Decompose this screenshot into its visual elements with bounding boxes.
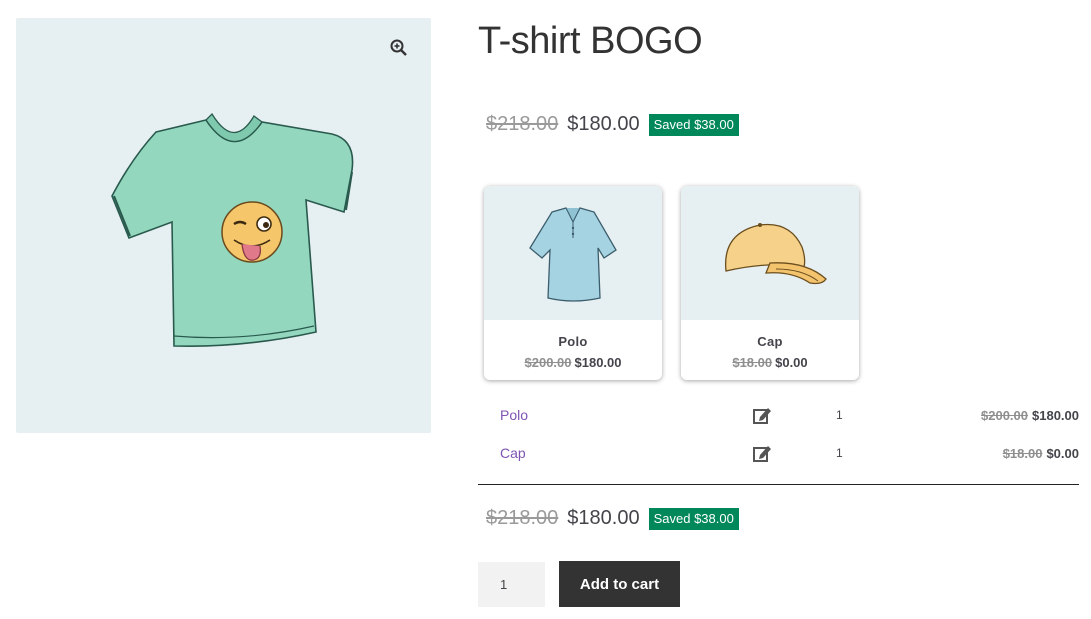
cap-image: [724, 223, 827, 285]
item-sale-price: $180.00: [1032, 408, 1079, 423]
card-sale-price: $0.00: [775, 355, 808, 370]
card-regular-price: $18.00: [732, 355, 773, 370]
item-price: $200.00 $180.00: [981, 408, 1079, 423]
item-link-polo[interactable]: Polo: [500, 407, 528, 423]
add-to-cart-button[interactable]: Add to cart: [559, 561, 680, 607]
tshirt-image: [111, 112, 354, 348]
product-gallery: [16, 18, 431, 433]
card-image-area: [484, 186, 662, 320]
divider: [478, 484, 1079, 485]
item-qty: 1: [836, 408, 843, 422]
item-sale-price: $0.00: [1046, 446, 1079, 461]
zoom-in-icon: [390, 39, 407, 56]
bundle-items-list: Polo 1 $200.00 $180.00 Cap 1 $18.00 $0.00: [478, 398, 1079, 474]
item-regular-price: $18.00: [1002, 446, 1043, 461]
saved-badge: Saved $38.00: [648, 507, 739, 530]
quantity-input[interactable]: [478, 562, 545, 607]
price-summary-top: $218.00 $180.00 Saved $38.00: [486, 113, 739, 136]
card-name: Polo: [558, 334, 588, 349]
polo-image: [529, 207, 617, 302]
bundle-item-row: Cap 1 $18.00 $0.00: [478, 436, 1079, 474]
item-price: $18.00 $0.00: [1003, 446, 1079, 461]
regular-price: $218.00: [486, 113, 559, 135]
product-title: T-shirt BOGO: [478, 20, 703, 62]
card-sale-price: $180.00: [574, 355, 622, 370]
bundle-cards: Polo $200.00 $180.00 Cap $18.00 $0.00: [484, 186, 859, 380]
card-image-area: [681, 186, 859, 320]
card-name: Cap: [757, 334, 783, 349]
edit-icon[interactable]: [752, 443, 772, 463]
bundle-card-cap[interactable]: Cap $18.00 $0.00: [681, 186, 859, 380]
saved-badge: Saved $38.00: [648, 113, 739, 136]
price-summary-bottom: $218.00 $180.00 Saved $38.00: [486, 507, 739, 530]
zoom-button[interactable]: [383, 32, 415, 64]
sale-price: $180.00: [567, 113, 640, 135]
bundle-item-row: Polo 1 $200.00 $180.00: [478, 398, 1079, 436]
card-regular-price: $200.00: [524, 355, 572, 370]
sale-price: $180.00: [567, 507, 640, 529]
bundle-card-polo[interactable]: Polo $200.00 $180.00: [484, 186, 662, 380]
card-price: $18.00 $0.00: [681, 355, 859, 370]
regular-price: $218.00: [486, 507, 559, 529]
card-price: $200.00 $180.00: [484, 355, 662, 370]
edit-icon[interactable]: [752, 405, 772, 425]
item-qty: 1: [836, 446, 843, 460]
item-regular-price: $200.00: [981, 408, 1028, 423]
item-link-cap[interactable]: Cap: [500, 445, 526, 461]
